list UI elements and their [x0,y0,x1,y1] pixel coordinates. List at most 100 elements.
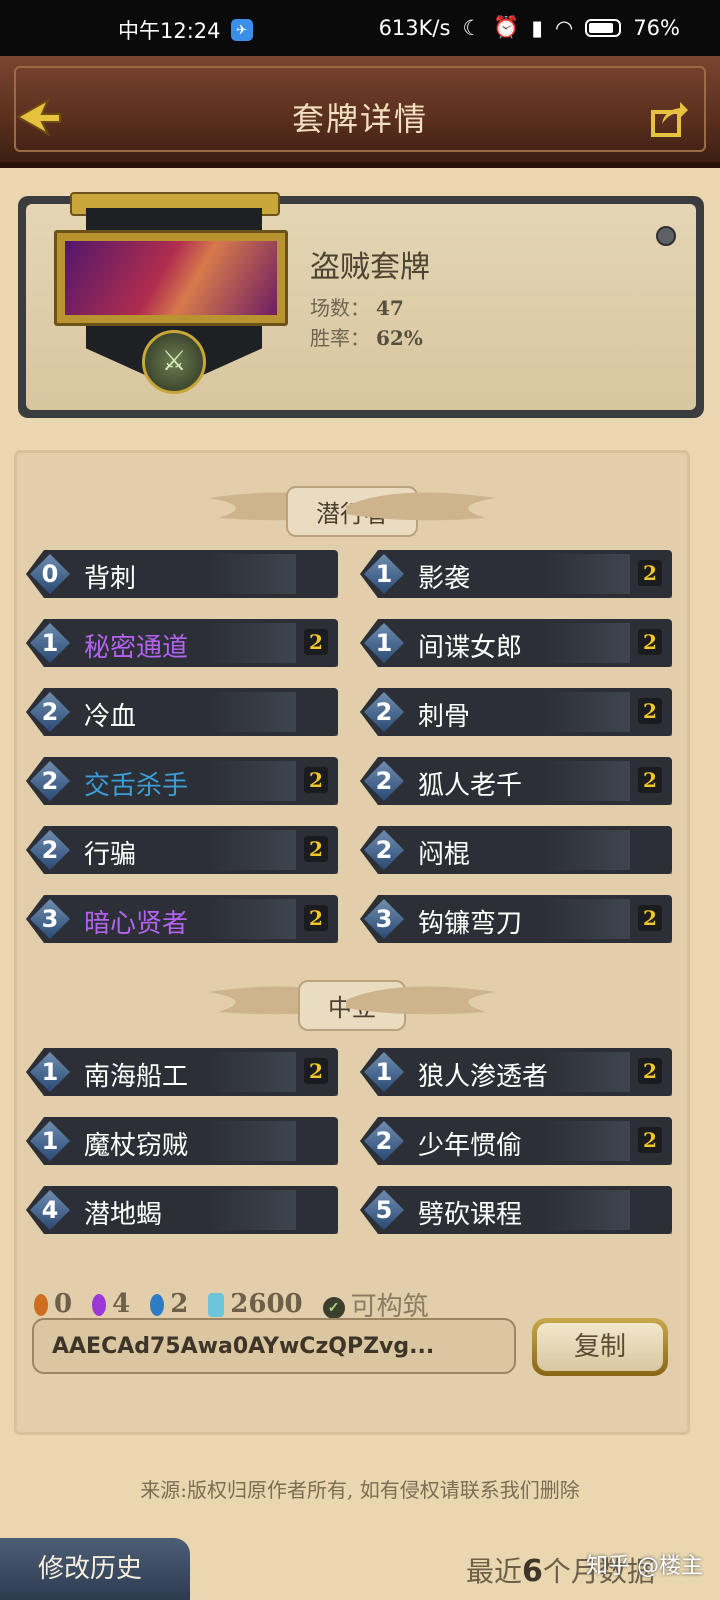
mana-cost-gem: 2 [30,830,70,870]
right-wing-ornament [346,492,496,521]
copy-button[interactable]: 复制 [532,1318,668,1376]
card-art-strip [544,554,630,594]
card-row[interactable]: 2 刺骨 2 [360,688,672,736]
winrate-stat: 胜率： 62% [310,322,423,351]
games-value: 47 [376,296,404,320]
card-row[interactable]: 0 背刺 [26,550,338,598]
card-count-badge: 2 [638,560,662,586]
deck-summary: 0 4 2 2600 ✓ 可构筑 [34,1286,429,1322]
card-art-strip [544,623,630,663]
card-row[interactable]: 3 钩镰弯刀 2 [360,895,672,943]
card-art-strip [210,554,296,594]
card-row[interactable]: 3 暗心贤者 2 [26,895,338,943]
legendary-count: 0 [34,1289,72,1319]
deck-name: 盗贼套牌 [310,250,430,285]
wifi-icon: ◠ [554,15,574,40]
mana-cost-gem: 5 [364,1190,404,1230]
card-row[interactable]: 5 劈砍课程 [360,1186,672,1234]
legendary-gem-icon [34,1294,48,1316]
card-row[interactable]: 2 闷棍 [360,826,672,874]
card-art-strip [544,1190,630,1230]
card-art-strip [210,1121,296,1161]
card-name: 少年惯偷 [418,1131,523,1161]
card-art-strip [210,692,296,732]
daggers-icon: ⚔ [142,330,206,394]
card-count-badge: 2 [304,905,328,931]
rare-count: 2 [150,1289,188,1319]
card-row[interactable]: 2 行骗 2 [26,826,338,874]
card-art-strip [210,1190,296,1230]
card-art-strip [210,830,296,870]
deck-code-field[interactable]: AAECAd75Awa0AYwCzQPZvg... [32,1318,516,1374]
page-title: 套牌详情 [291,100,428,138]
card-count-badge: 2 [304,629,328,655]
mana-cost-gem: 2 [364,1121,404,1161]
mana-cost-gem: 2 [364,830,404,870]
mana-cost-gem: 1 [30,623,70,663]
card-row[interactable]: 4 潜地蝎 [26,1186,338,1234]
history-button[interactable]: 修改历史 [0,1538,190,1600]
card-art-strip [210,899,296,939]
mana-cost-gem: 2 [364,761,404,801]
card-row[interactable]: 1 间谍女郎 2 [360,619,672,667]
card-name: 狼人渗透者 [418,1062,549,1092]
card-name: 潜地蝎 [84,1200,163,1230]
share-icon [651,102,688,137]
top-bar: 套牌详情 [0,56,720,168]
card-count-badge: 2 [638,1127,662,1153]
card-name: 闷棍 [418,840,471,870]
status-bar: 中午12:24 ✈ 613K/s ☾ ⏰ ▮ ◠ 76% [0,0,720,56]
card-name: 狐人老千 [418,771,523,801]
mana-cost-gem: 1 [30,1121,70,1161]
card-count-badge: 2 [638,698,662,724]
dust-cost: 2600 [208,1289,303,1319]
card-count-badge: 2 [638,629,662,655]
card-name: 暗心贤者 [84,909,189,939]
mana-cost-gem: 1 [364,554,404,594]
winrate-value: 62% [376,326,423,350]
card-count-badge: 2 [304,836,328,862]
card-row[interactable]: 2 狐人老千 2 [360,757,672,805]
card-art-strip [544,761,630,801]
card-row[interactable]: 1 秘密通道 2 [26,619,338,667]
card-name: 冷血 [84,702,137,732]
mana-cost-gem: 2 [30,692,70,732]
card-row[interactable]: 2 冷血 [26,688,338,736]
card-name: 行骗 [84,840,137,870]
card-row[interactable]: 1 影袭 2 [360,550,672,598]
card-name: 背刺 [84,564,137,594]
card-art-strip [210,761,296,801]
card-name: 影袭 [418,564,471,594]
card-row[interactable]: 1 南海船工 2 [26,1048,338,1096]
source-note: 来源:版权归原作者所有, 如有侵权请联系我们删除 [140,1478,580,1502]
network-speed: 613K/s [378,15,451,40]
deck-info-panel: ⚔ 盗贼套牌 场数： 47 胜率： 62% [18,192,704,418]
card-row[interactable]: 1 狼人渗透者 2 [360,1048,672,1096]
card-row[interactable]: 2 交舌杀手 2 [26,757,338,805]
deck-info-card: ⚔ 盗贼套牌 场数： 47 胜率： 62% [26,192,696,410]
check-icon: ✓ [322,1296,345,1319]
epic-gem-icon [92,1294,107,1316]
status-time: 中午12:24 [118,19,221,43]
mana-cost-gem: 3 [364,899,404,939]
rivet-icon [656,226,676,246]
card-name: 间谍女郎 [418,633,523,663]
mana-cost-gem: 4 [30,1190,70,1230]
section-header-neutral: 中立 [14,972,690,1032]
games-label: 场数： [310,296,370,320]
watermark: 知乎 @楼主 [586,1554,703,1579]
app-notification-icon: ✈ [230,19,253,41]
card-art-strip [544,830,630,870]
buildable-status: ✓ 可构筑 [322,1286,429,1323]
winrate-label: 胜率： [310,326,370,350]
card-row[interactable]: 2 少年惯偷 2 [360,1117,672,1165]
dust-icon [208,1293,225,1317]
card-name: 南海船工 [84,1062,189,1092]
card-row[interactable]: 1 魔杖窃贼 [26,1117,338,1165]
games-stat: 场数： 47 [310,292,404,321]
share-button[interactable] [650,98,690,138]
card-name: 钩镰弯刀 [418,909,523,939]
card-name: 交舌杀手 [84,771,189,801]
card-count-badge: 2 [304,767,328,793]
rare-gem-icon [150,1294,165,1316]
